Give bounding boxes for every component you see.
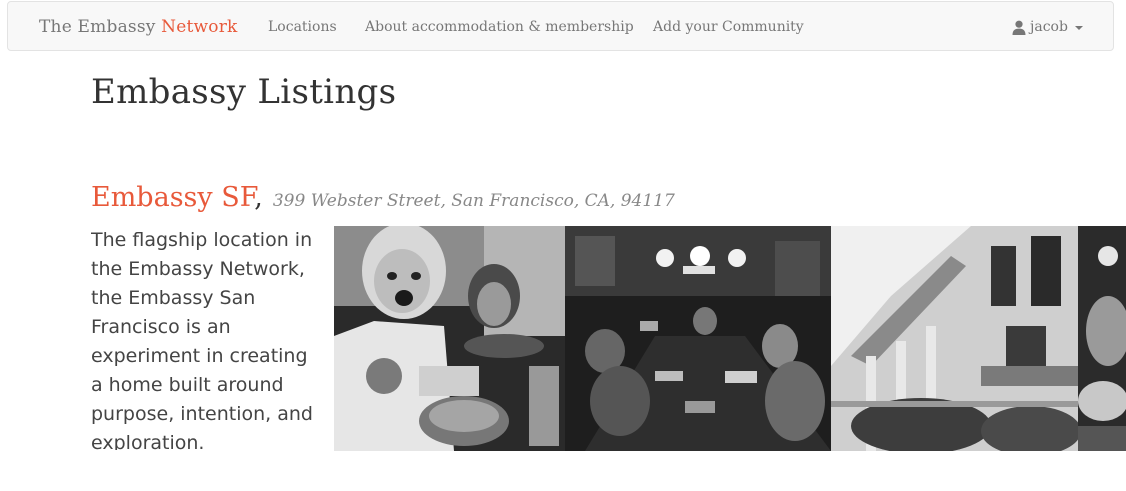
listing-separator: , (254, 182, 263, 213)
photo-house-image (831, 226, 1078, 451)
nav-link-locations[interactable]: Locations (268, 19, 337, 35)
listing-description: The flagship location in the Embassy Net… (91, 229, 313, 450)
photo-person[interactable] (1078, 226, 1126, 451)
listing-address: 399 Webster Street, San Francisco, CA, 9… (272, 191, 675, 211)
nav-link-about-accommodation[interactable]: About accommodation & membership (365, 19, 634, 35)
user-icon (1012, 20, 1026, 35)
photo-coworking-image (565, 226, 831, 451)
nav-link-add-community[interactable]: Add your Community (653, 19, 804, 35)
brand-logo-link[interactable]: The Embassy Network (39, 17, 238, 37)
listing-photo-strip[interactable] (334, 226, 1126, 451)
brand-accent: Network (161, 17, 238, 37)
page-title: Embassy Listings (91, 72, 397, 112)
listing-header: Embassy SF, 399 Webster Street, San Franc… (91, 182, 675, 213)
user-menu-dropdown[interactable]: jacob (1012, 19, 1083, 35)
photo-kitchen[interactable] (334, 226, 565, 451)
caret-down-icon (1074, 26, 1083, 30)
photo-person-image (1078, 226, 1126, 451)
photo-kitchen-image (334, 226, 565, 451)
user-name: jacob (1030, 19, 1068, 35)
listing-name-link[interactable]: Embassy SF (91, 182, 254, 213)
photo-house[interactable] (831, 226, 1078, 451)
top-navbar: The Embassy Network Locations About acco… (7, 1, 1114, 51)
brand-name: The Embassy (39, 17, 156, 37)
photo-coworking[interactable] (565, 226, 831, 451)
